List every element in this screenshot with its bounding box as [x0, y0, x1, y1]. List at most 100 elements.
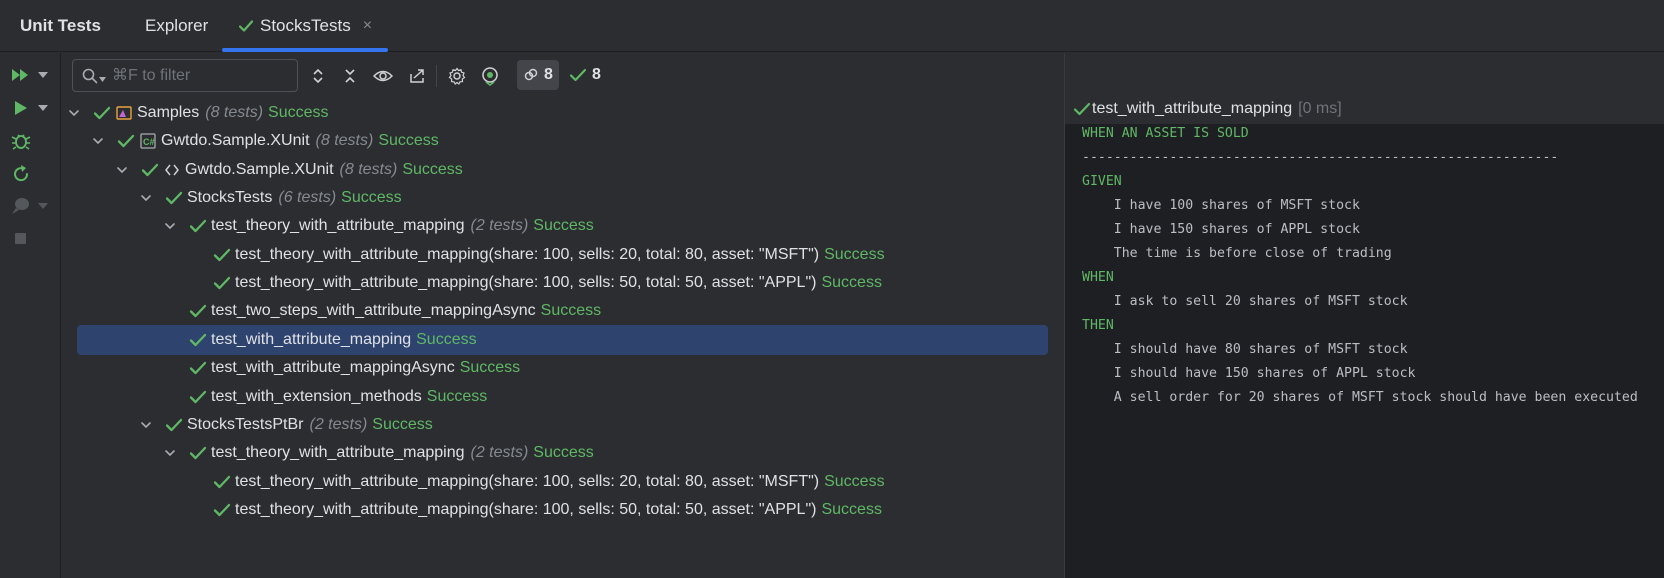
show-passed-button[interactable] [371, 64, 395, 88]
chevron-down-icon[interactable] [163, 446, 177, 460]
bug-icon [11, 134, 31, 150]
status-label: Success [821, 274, 882, 292]
chevron-down-icon[interactable] [139, 418, 153, 432]
run-all-icon [12, 69, 28, 81]
tree-row[interactable]: test_theory_with_attribute_mapping(share… [62, 467, 1064, 497]
chevron-down-icon[interactable] [139, 191, 153, 205]
tree-row[interactable]: test_theory_with_attribute_mapping (2 tes… [62, 438, 1064, 468]
expand-all-icon [313, 68, 323, 84]
tree-row[interactable]: test_with_extension_methods Success [62, 382, 1064, 412]
console-line: I have 150 shares of APPL stock [1082, 222, 1360, 237]
link-icon [524, 68, 538, 81]
filter-field[interactable] [72, 59, 298, 92]
gear-icon [448, 67, 466, 85]
check-icon [189, 302, 207, 320]
check-icon [141, 161, 159, 179]
console-line: I should have 150 shares of APPL stock [1082, 366, 1416, 381]
run-all-button[interactable] [10, 62, 52, 88]
auto-test-button[interactable] [478, 64, 502, 88]
test-name: Gwtdo.Sample.XUnit [161, 132, 310, 150]
tree-row[interactable]: Gwtdo.Sample.XUnit (8 tests) Success [62, 155, 1064, 185]
stop-button[interactable] [10, 225, 52, 251]
filter-input[interactable] [112, 66, 292, 85]
check-icon [569, 68, 587, 82]
tree-row[interactable]: test_theory_with_attribute_mapping(share… [62, 268, 1064, 298]
ignored-tests-counter[interactable]: 8 [517, 60, 559, 90]
status-label: Success [416, 330, 477, 348]
chevron-down-icon[interactable] [38, 72, 48, 78]
expand-all-button[interactable] [306, 64, 330, 88]
rerun-button[interactable] [10, 161, 52, 187]
search-icon [82, 68, 98, 83]
collapse-all-button[interactable] [338, 64, 362, 88]
chevron-down-icon[interactable] [115, 163, 129, 177]
console-keyword-line: WHEN AN ASSET IS SOLD [1082, 126, 1249, 141]
test-name: test_theory_with_attribute_mapping(share… [235, 500, 817, 518]
chevron-down-icon[interactable] [91, 134, 105, 148]
tree-row[interactable]: test_with_attribute_mapping Success [62, 324, 1064, 355]
console-line: I ask to sell 20 shares of MSFT stock [1082, 294, 1408, 309]
stop-icon [15, 233, 26, 244]
namespace-icon [163, 161, 181, 179]
test-count: (8 tests) [205, 104, 264, 121]
check-icon [189, 359, 207, 377]
chevron-down-icon[interactable] [67, 106, 81, 120]
chevron-down-icon[interactable] [38, 203, 48, 209]
solution-icon [115, 104, 133, 122]
check-icon [213, 501, 231, 519]
check-icon [213, 473, 231, 491]
close-icon[interactable]: × [363, 17, 372, 35]
test-name: StocksTestsPtBr [187, 415, 304, 433]
chevron-down-icon[interactable] [38, 105, 48, 111]
tree-row[interactable]: C# Gwtdo.Sample.XUnit (8 tests) Success [62, 126, 1064, 156]
console-line: I have 100 shares of MSFT stock [1082, 198, 1360, 213]
check-icon [213, 246, 231, 264]
check-icon [189, 331, 207, 349]
test-count: (6 tests) [278, 189, 337, 207]
test-name: test_theory_with_attribute_mapping [211, 217, 465, 235]
test-count: (2 tests) [470, 444, 529, 462]
tree-row[interactable]: test_theory_with_attribute_mapping(share… [62, 240, 1064, 270]
tree-row[interactable]: test_two_steps_with_attribute_mappingAsy… [62, 296, 1064, 326]
passed-tests-counter[interactable]: 8 [569, 60, 601, 90]
status-label: Success [341, 189, 402, 207]
tree-row[interactable]: StocksTests (6 tests) Success [62, 183, 1064, 213]
export-icon [410, 69, 424, 83]
tree-row[interactable]: Samples (8 tests) Success [62, 98, 1064, 128]
run-icon [15, 101, 27, 115]
export-button[interactable] [405, 64, 429, 88]
csharp-project-icon: C# [139, 132, 157, 150]
tree-row[interactable]: StocksTestsPtBr (2 tests) Success [62, 410, 1064, 440]
check-icon [1073, 102, 1091, 116]
coverage-button[interactable] [10, 193, 52, 219]
tab-explorer[interactable]: Explorer [145, 0, 208, 52]
test-name: test_theory_with_attribute_mapping(share… [235, 472, 820, 490]
tree-row[interactable]: test_theory_with_attribute_mapping (2 tes… [62, 211, 1064, 241]
check-icon [189, 444, 207, 462]
status-label: Success [533, 444, 594, 462]
run-button[interactable] [10, 95, 52, 121]
tab-stockstests[interactable]: StocksTests × [222, 0, 388, 52]
tree-row[interactable]: test_with_attribute_mappingAsync Success [62, 353, 1064, 383]
console-output[interactable]: WHEN AN ASSET IS SOLD -------------------… [1082, 122, 1662, 410]
test-tree-panel: 8 8 Samples(8 tests)SuccessC#Gwtdo.Sampl… [62, 53, 1064, 578]
status-label: Success [540, 302, 602, 320]
output-header: test_with_attribute_mapping [0 ms] [1065, 53, 1664, 124]
auto-test-icon [482, 67, 498, 86]
test-name: test_theory_with_attribute_mapping [211, 444, 465, 462]
tree-row[interactable]: test_theory_with_attribute_mapping(share… [62, 495, 1064, 525]
debug-button[interactable] [10, 128, 52, 154]
console-line: I should have 80 shares of MSFT stock [1082, 342, 1408, 357]
status-label: Success [821, 500, 882, 518]
test-name: Gwtdo.Sample.XUnit [185, 160, 334, 178]
chevron-down-icon[interactable] [163, 219, 177, 233]
status-label: Success [268, 104, 329, 121]
settings-button[interactable] [445, 64, 469, 88]
